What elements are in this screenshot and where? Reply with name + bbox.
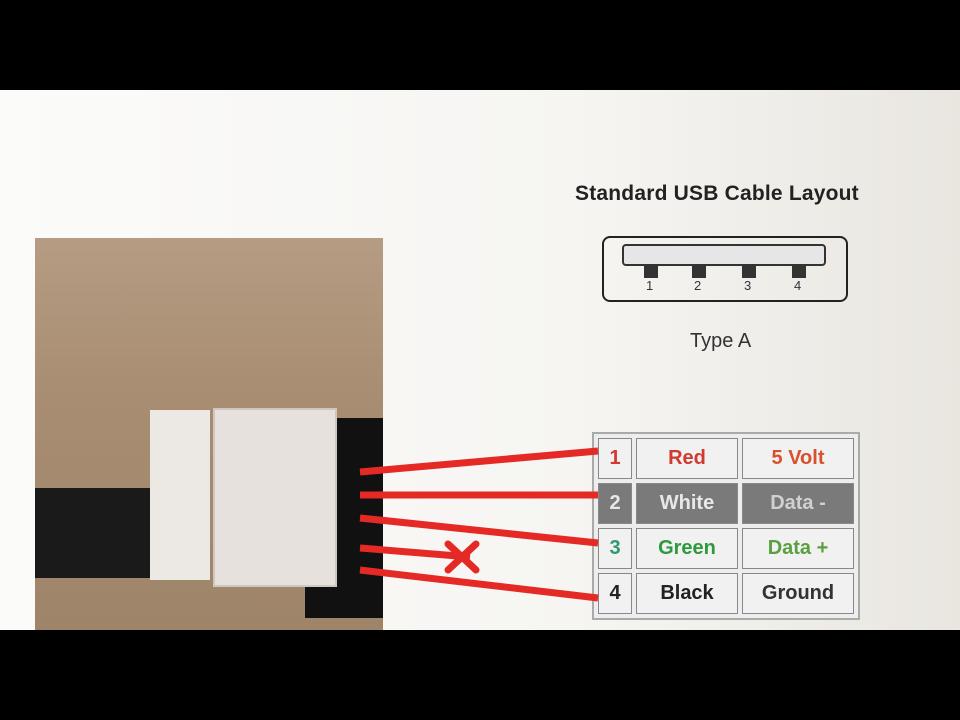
wire-line-3 (359, 514, 599, 547)
wire-line-1 (359, 447, 599, 476)
wire-line-4 (359, 566, 599, 602)
wire-overlay (359, 447, 599, 602)
